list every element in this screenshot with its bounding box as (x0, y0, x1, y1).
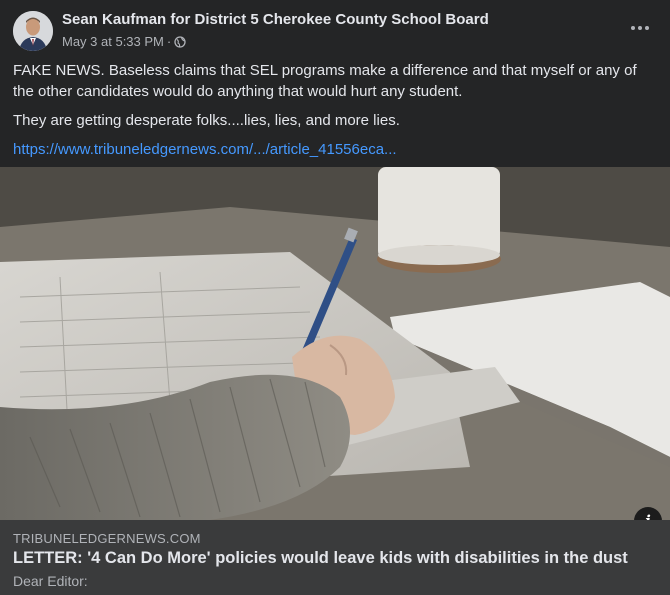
link-preview[interactable]: TRIBUNELEDGERNEWS.COM LETTER: '4 Can Do … (0, 520, 670, 595)
post-header: Sean Kaufman for District 5 Cherokee Cou… (0, 0, 670, 58)
post-meta: May 3 at 5:33 PM · (62, 34, 186, 49)
globe-icon[interactable] (174, 35, 186, 48)
post-timestamp[interactable]: May 3 at 5:33 PM (62, 34, 164, 49)
link-preview-image[interactable] (0, 167, 670, 520)
author-avatar[interactable] (13, 11, 53, 51)
meta-separator: · (166, 34, 172, 49)
facebook-post: Sean Kaufman for District 5 Cherokee Cou… (0, 0, 670, 595)
preview-domain: TRIBUNELEDGERNEWS.COM (13, 531, 201, 546)
author-name[interactable]: Sean Kaufman for District 5 Cherokee Cou… (62, 11, 489, 28)
post-text: FAKE NEWS. Baseless claims that SEL prog… (13, 60, 658, 160)
more-options-icon[interactable] (626, 14, 654, 42)
post-paragraph: FAKE NEWS. Baseless claims that SEL prog… (13, 62, 637, 100)
article-link[interactable]: https://www.tribuneledgernews.com/.../ar… (13, 139, 658, 160)
preview-description: Dear Editor: (13, 573, 88, 589)
post-paragraph: They are getting desperate folks....lies… (13, 112, 400, 129)
preview-headline[interactable]: LETTER: '4 Can Do More' policies would l… (13, 549, 628, 568)
